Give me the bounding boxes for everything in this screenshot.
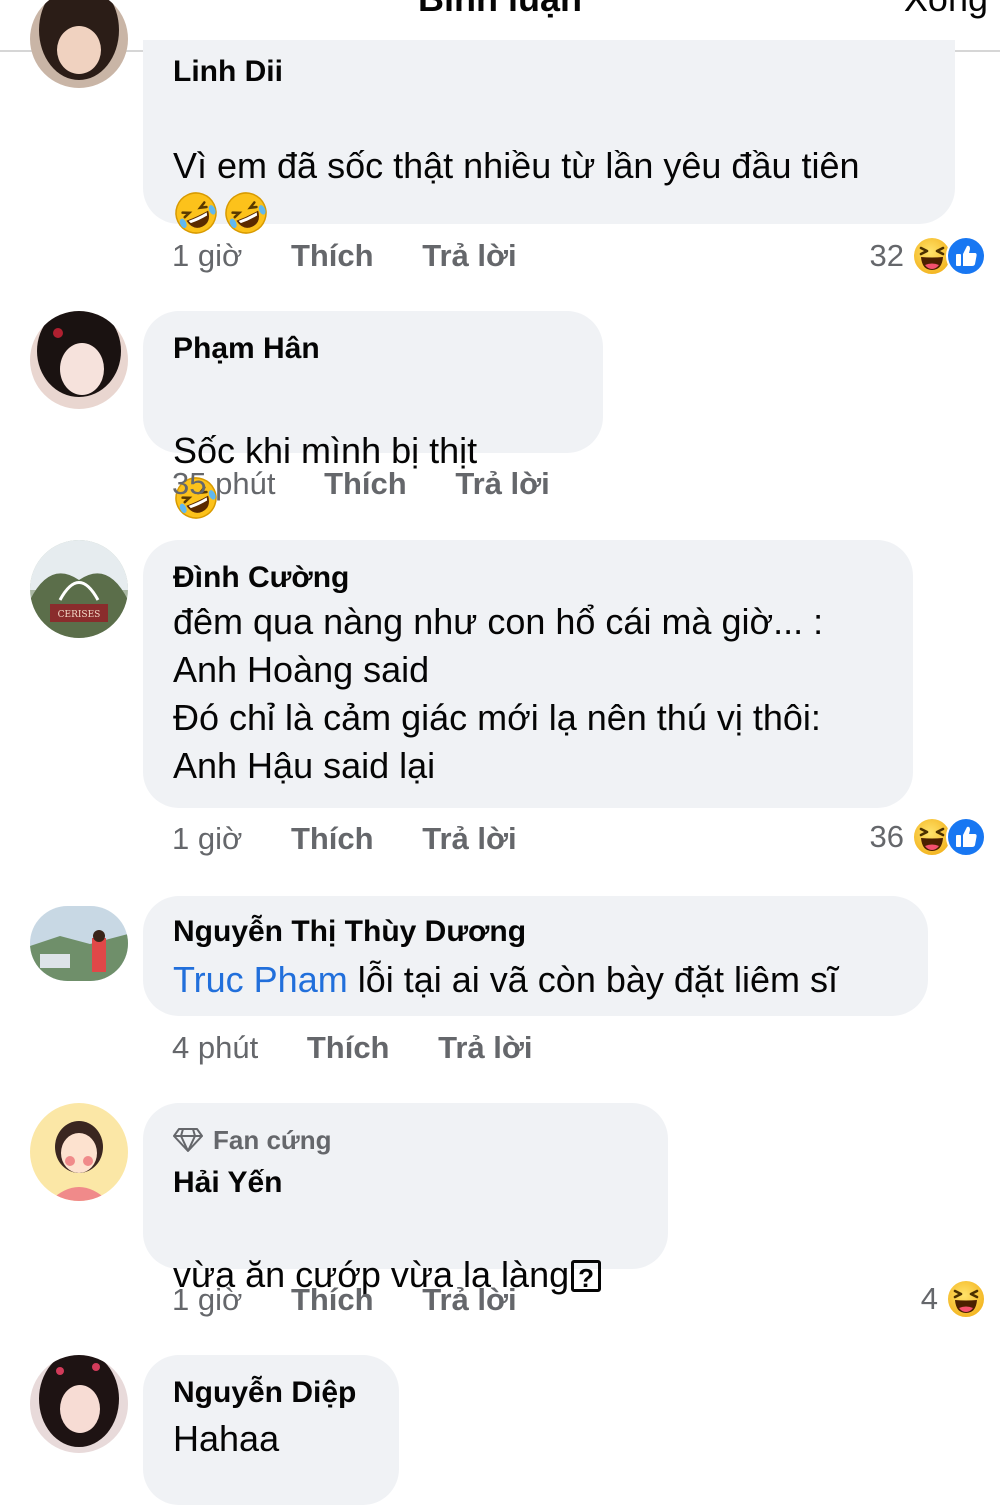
- comment-bubble[interactable]: Đình Cường đêm qua nàng như con hổ cái m…: [143, 540, 913, 808]
- reaction-summary[interactable]: 4: [921, 1278, 986, 1320]
- like-button[interactable]: Thích: [324, 466, 407, 501]
- comment-actions: 1 giờ Thích Trả lời: [172, 238, 557, 274]
- comment-author[interactable]: Nguyễn Diệp: [173, 1355, 369, 1411]
- unknown-glyph-icon: ?: [571, 1260, 602, 1293]
- comment-bubble[interactable]: Fan cứng Hải Yến vừa ăn cướp vừa la làng…: [143, 1103, 668, 1295]
- comment-text: Sốc khi mình bị thịt: [173, 379, 573, 525]
- haha-icon: [946, 1279, 986, 1319]
- avatar[interactable]: [30, 0, 128, 88]
- comment-time: 4 phút: [172, 1030, 259, 1065]
- fan-badge: Fan cứng: [173, 1103, 638, 1157]
- comment-bubble[interactable]: Nguyễn Thị Thùy Dương Truc Pham lỗi tại …: [143, 896, 928, 1016]
- comment-text: đêm qua nàng như con hổ cái mà giờ... : …: [173, 601, 824, 786]
- like-button[interactable]: Thích: [291, 821, 374, 856]
- reply-button[interactable]: Trả lời: [455, 466, 549, 501]
- avatar[interactable]: CERISES: [30, 540, 128, 638]
- emoji-row: [173, 190, 925, 240]
- like-button[interactable]: Thích: [291, 238, 374, 273]
- mention-link[interactable]: Truc Pham: [173, 959, 348, 1000]
- comment-text: Hahaa: [173, 1418, 280, 1459]
- comment-author[interactable]: Phạm Hân: [173, 311, 573, 367]
- avatar[interactable]: [30, 1103, 128, 1201]
- comment-actions: 4 phút Thích Trả lời: [172, 1030, 573, 1066]
- reply-button[interactable]: Trả lời: [438, 1030, 532, 1065]
- comment-text-body: Vì em đã sốc thật nhiều từ lần yêu đầu t…: [173, 145, 860, 186]
- avatar-label: CERISES: [58, 610, 101, 620]
- comment-actions: 35 phút Thích Trả lời: [172, 466, 590, 502]
- reply-button[interactable]: Trả lời: [422, 821, 516, 856]
- comment-bubble[interactable]: Linh Dii Vì em đã sốc thật nhiều từ lần …: [143, 40, 955, 224]
- avatar[interactable]: [30, 1355, 128, 1453]
- done-button[interactable]: Xong: [904, 0, 988, 20]
- comment-author[interactable]: Đình Cường: [173, 540, 883, 596]
- avatar[interactable]: [30, 311, 128, 409]
- comment-time: 35 phút: [172, 466, 276, 501]
- comment-text: Truc Pham lỗi tại ai vã còn bày đặt liêm…: [173, 956, 898, 1004]
- comment-bubble[interactable]: Phạm Hân Sốc khi mình bị thịt: [143, 311, 603, 453]
- diamond-icon: [173, 1128, 203, 1152]
- rofl-emoji-icon: [223, 190, 269, 236]
- avatar[interactable]: [30, 906, 128, 981]
- reaction-count: 36: [869, 819, 904, 854]
- comment-time: 1 giờ: [172, 238, 243, 273]
- comment-bubble[interactable]: Nguyễn Diệp Hahaa: [143, 1355, 399, 1505]
- rofl-emoji-icon: [173, 190, 219, 236]
- like-icon: [946, 817, 986, 857]
- comment-time: 1 giờ: [172, 821, 243, 856]
- fan-badge-label: Fan cứng: [213, 1125, 332, 1155]
- reply-button[interactable]: Trả lời: [422, 238, 516, 273]
- comment-actions: 1 giờ Thích Trả lời: [172, 1282, 557, 1318]
- reaction-count: 4: [920, 1281, 938, 1316]
- page-title: Bình luận: [0, 0, 1000, 20]
- like-icon: [946, 236, 986, 276]
- reaction-count: 32: [869, 238, 904, 273]
- like-button[interactable]: Thích: [307, 1030, 390, 1065]
- comment-text-body: Sốc khi mình bị thịt: [173, 430, 478, 471]
- comment-text: Vì em đã sốc thật nhiều từ lần yêu đầu t…: [173, 94, 933, 190]
- reaction-summary[interactable]: 36: [870, 816, 986, 858]
- comment-author[interactable]: Hải Yến: [173, 1165, 638, 1201]
- comment-text-body: lỗi tại ai vã còn bày đặt liêm sĩ: [347, 959, 838, 1000]
- reply-button[interactable]: Trả lời: [422, 1282, 516, 1317]
- comment-author[interactable]: Nguyễn Thị Thùy Dương: [173, 896, 898, 950]
- reaction-summary[interactable]: 32: [870, 235, 986, 277]
- comment-actions: 1 giờ Thích Trả lời: [172, 821, 557, 857]
- like-button[interactable]: Thích: [291, 1282, 374, 1317]
- comment-time: 1 giờ: [172, 1282, 243, 1317]
- comment-author[interactable]: Linh Dii: [173, 40, 925, 90]
